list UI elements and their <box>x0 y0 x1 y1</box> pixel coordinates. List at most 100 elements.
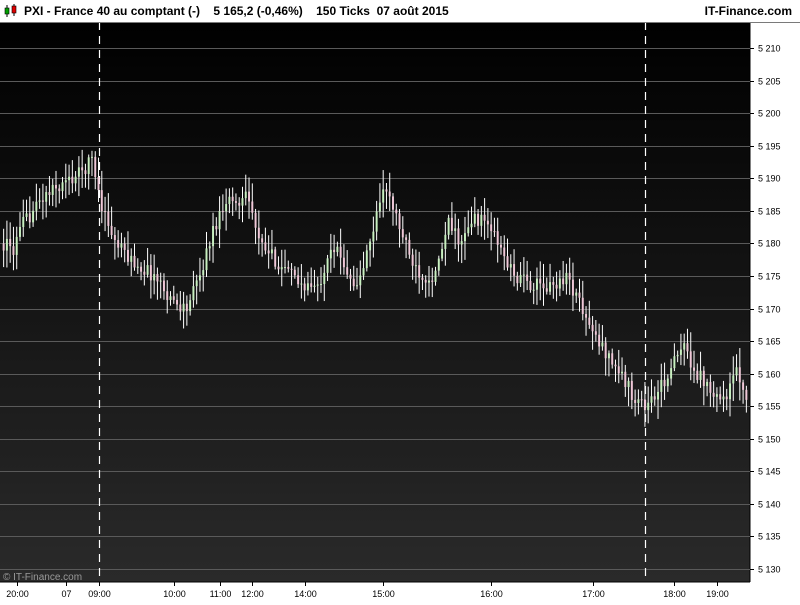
candle-body <box>136 266 139 268</box>
candle-body <box>5 238 8 251</box>
price-chart[interactable]: 5 130 5 135 5 140 5 145 5 150 5 155 5 160 5 165… <box>0 0 800 600</box>
candle-body <box>581 297 584 315</box>
chart-root: 5 130 5 135 5 140 5 145 5 150 5 155 5 160 5 165… <box>0 0 800 600</box>
candle-body <box>673 356 676 369</box>
candle-body <box>9 238 12 247</box>
x-tick-label: 15:00 <box>372 589 395 599</box>
candle-body <box>287 267 290 269</box>
candle-body <box>225 204 228 212</box>
candle-body <box>542 283 545 289</box>
candle-body <box>228 196 231 205</box>
candle-body <box>159 280 162 282</box>
candle-body <box>32 210 35 223</box>
candle-body <box>431 280 434 282</box>
candle-body <box>483 214 486 221</box>
candle-body <box>339 246 342 258</box>
candle-body <box>607 353 610 359</box>
candle-body <box>156 274 159 282</box>
candle-body <box>516 275 519 284</box>
candle-body <box>715 394 718 397</box>
candle-body <box>215 226 218 230</box>
candle-body <box>447 217 450 235</box>
candle-body <box>51 184 54 195</box>
candle-body <box>172 296 175 300</box>
candle-body <box>473 213 476 224</box>
candle-body <box>653 396 656 400</box>
candle-body <box>650 396 653 403</box>
candle-body <box>192 286 195 301</box>
candle-body <box>503 247 506 257</box>
candle-body <box>84 170 87 175</box>
candle-body <box>421 277 424 280</box>
candle-body <box>323 272 326 285</box>
candle-body <box>162 280 165 292</box>
x-tick-label: 07 <box>61 589 71 599</box>
candle-body <box>549 282 552 292</box>
candle-body <box>627 380 630 388</box>
candle-body <box>97 176 100 191</box>
brand-link[interactable]: IT-Finance.com <box>705 4 792 18</box>
candle-body <box>185 303 188 312</box>
candle-body <box>349 274 352 279</box>
candle-body <box>202 270 205 276</box>
y-tick-label: 5 155 <box>758 402 781 412</box>
candle-body <box>591 324 594 332</box>
candle-body <box>414 265 417 267</box>
candle-body <box>306 283 309 291</box>
candle-body <box>712 392 715 397</box>
candle-body <box>270 249 273 254</box>
candle-body <box>513 264 516 276</box>
candle-body <box>68 176 71 181</box>
candle-body <box>94 156 97 177</box>
candle-body <box>611 353 614 365</box>
y-tick-label: 5 190 <box>758 174 781 184</box>
candle-body <box>729 383 731 400</box>
candle-body <box>457 228 460 245</box>
candle-body <box>123 243 126 250</box>
x-tick-label: 16:00 <box>480 589 503 599</box>
y-tick-label: 5 180 <box>758 239 781 249</box>
candle-body <box>212 226 215 247</box>
candle-body <box>257 227 260 239</box>
candle-body <box>418 265 421 278</box>
candle-body <box>208 246 211 249</box>
instrument-name: PXI - France 40 au comptant (-) <box>24 4 201 18</box>
x-tick-label: 10:00 <box>163 589 186 599</box>
candle-body <box>284 267 287 269</box>
candle-body <box>450 217 453 231</box>
candle-body <box>529 280 532 291</box>
y-tick-label: 5 195 <box>758 142 781 152</box>
candle-body <box>110 225 113 236</box>
y-tick-label: 5 160 <box>758 370 781 380</box>
candle-body <box>22 216 25 228</box>
candle-body <box>87 157 90 175</box>
candle-body <box>676 354 679 357</box>
candle-body <box>509 264 512 268</box>
candle-body <box>382 189 385 203</box>
candle-body <box>64 180 67 183</box>
y-tick-label: 5 145 <box>758 467 781 477</box>
x-tick-label: 17:00 <box>582 589 605 599</box>
candle-body <box>405 237 408 240</box>
candle-body <box>100 190 103 212</box>
candle-body <box>12 246 15 255</box>
candle-body <box>316 284 319 286</box>
candle-body <box>441 248 444 259</box>
candle-body <box>575 292 578 296</box>
candle-body <box>2 243 5 251</box>
candle-body <box>169 296 172 301</box>
candle-body <box>552 282 555 285</box>
candle-body <box>333 249 336 253</box>
candle-body <box>356 285 358 287</box>
candle-body <box>532 289 535 291</box>
candle-body <box>477 213 480 226</box>
candle-body <box>176 299 179 305</box>
candle-body <box>745 389 748 400</box>
candle-body <box>234 201 237 203</box>
candle-body <box>617 366 620 374</box>
y-tick-label: 5 150 <box>758 435 781 445</box>
candle-body <box>738 367 741 383</box>
candle-body <box>179 304 182 312</box>
y-tick-label: 5 135 <box>758 532 781 542</box>
candle-body <box>643 399 646 411</box>
